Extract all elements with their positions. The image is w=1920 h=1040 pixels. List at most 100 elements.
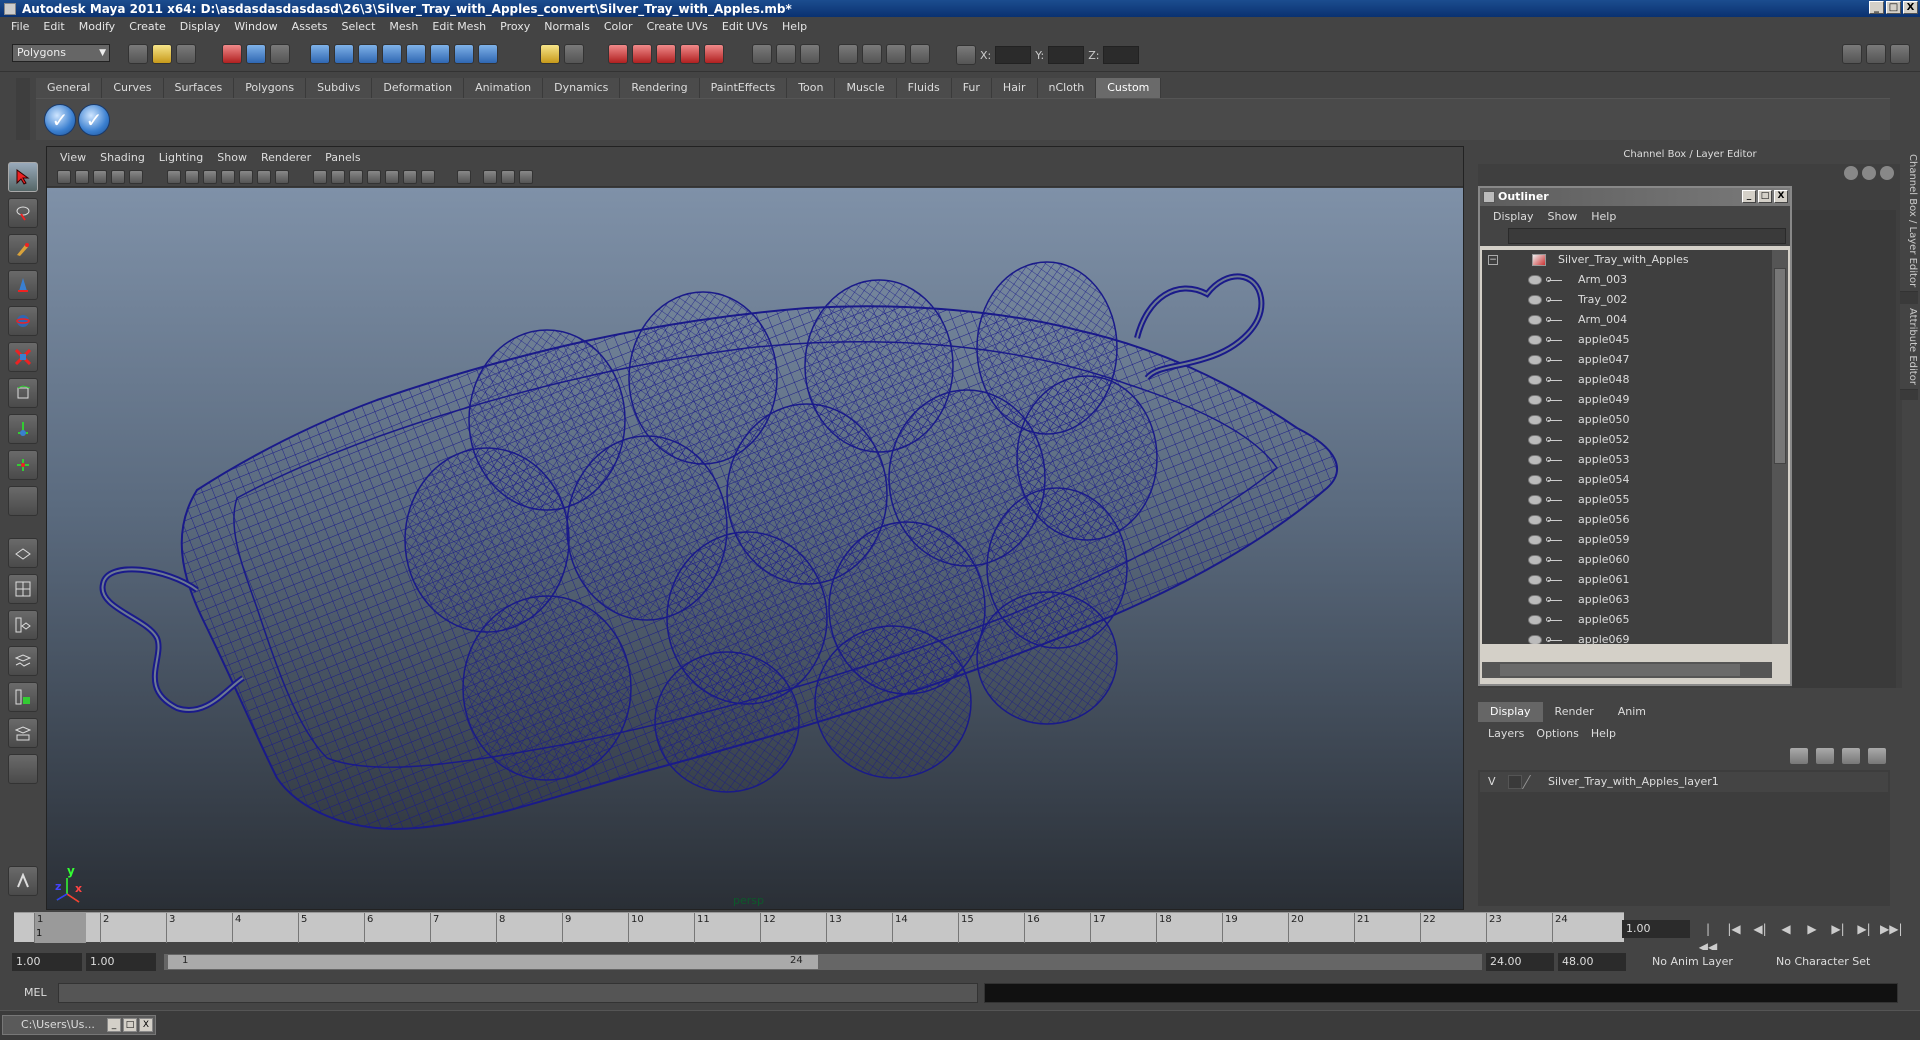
rotate-tool-icon[interactable] <box>8 306 38 336</box>
grid-icon[interactable] <box>167 170 181 184</box>
safe-title-icon[interactable] <box>275 170 289 184</box>
open-scene-icon[interactable] <box>152 44 172 64</box>
menu-normals[interactable]: Normals <box>537 20 597 33</box>
smooth-shade-icon[interactable] <box>331 170 345 184</box>
layer-tab-render[interactable]: Render <box>1542 702 1606 722</box>
highlight-selection-icon[interactable] <box>564 44 584 64</box>
layout-more-icon[interactable] <box>8 754 38 784</box>
safe-action-icon[interactable] <box>257 170 271 184</box>
default-light-icon[interactable] <box>385 170 399 184</box>
persp-outliner-layout-icon[interactable] <box>8 610 38 640</box>
menu-file[interactable]: File <box>4 20 36 33</box>
playback-end-field[interactable]: 24.00 <box>1486 953 1554 971</box>
universal-manip-icon[interactable] <box>8 450 38 480</box>
outliner-horizontal-scrollbar[interactable] <box>1482 662 1772 678</box>
layer-row[interactable]: V Silver_Tray_with_Apples_layer1 <box>1480 772 1888 792</box>
menu-color[interactable]: Color <box>597 20 640 33</box>
menu-display[interactable]: Display <box>173 20 228 33</box>
menu-help[interactable]: Help <box>775 20 814 33</box>
last-tool-slot[interactable] <box>8 486 38 516</box>
menu-modify[interactable]: Modify <box>72 20 122 33</box>
scrollbar-thumb[interactable] <box>1500 664 1740 676</box>
make-live-icon[interactable] <box>704 44 724 64</box>
playback-start-field[interactable]: 1.00 <box>86 953 156 971</box>
new-layer-icon[interactable] <box>1842 748 1860 764</box>
history-input-icon[interactable] <box>752 44 772 64</box>
collapse-icon[interactable]: − <box>1488 255 1498 265</box>
mask-surfaces-icon[interactable] <box>382 44 402 64</box>
mask-handles-icon[interactable] <box>310 44 330 64</box>
snap-view-plane-icon[interactable] <box>680 44 700 64</box>
menu-edit-uvs[interactable]: Edit UVs <box>715 20 775 33</box>
layer-menu-options[interactable]: Options <box>1530 727 1584 740</box>
snap-curve-icon[interactable] <box>632 44 652 64</box>
character-set-dropdown[interactable]: No Character Set <box>1776 953 1870 971</box>
select-by-component-icon[interactable] <box>270 44 290 64</box>
step-forward-key-button[interactable]: ▶| <box>1828 920 1848 938</box>
mask-misc-icon[interactable] <box>478 44 498 64</box>
outliner-item-root[interactable]: − Silver_Tray_with_Apples <box>1482 250 1772 270</box>
close-button[interactable]: X <box>1903 1 1918 14</box>
manipulator-tool-icon[interactable] <box>8 378 38 408</box>
outliner-item[interactable]: apple061 <box>1482 570 1772 590</box>
outliner-maximize-button[interactable]: □ <box>1758 190 1772 203</box>
scrollbar-thumb[interactable] <box>1774 268 1786 464</box>
outliner-item[interactable]: apple048 <box>1482 370 1772 390</box>
go-to-start-button[interactable]: |◀◀ <box>1698 920 1718 954</box>
render-settings-icon[interactable] <box>910 44 930 64</box>
outliner-item[interactable]: apple045 <box>1482 330 1772 350</box>
layer-visibility-toggle[interactable]: V <box>1488 772 1496 792</box>
channel-box-list[interactable] <box>1792 210 1896 688</box>
scale-tool-icon[interactable] <box>8 342 38 372</box>
shelf-tab-surfaces[interactable]: Surfaces <box>163 78 235 98</box>
play-forwards-button[interactable]: ▶ <box>1802 920 1822 938</box>
x-field[interactable] <box>995 46 1032 64</box>
outliner-item[interactable]: Arm_004 <box>1482 310 1772 330</box>
shelf-tab-toon[interactable]: Toon <box>787 78 836 98</box>
go-to-end-button[interactable]: ▶▶| <box>1880 920 1903 938</box>
two-d-pan-icon[interactable] <box>129 170 143 184</box>
command-language-label[interactable]: MEL <box>24 986 47 999</box>
menu-create[interactable]: Create <box>122 20 173 33</box>
construction-history-icon[interactable] <box>800 44 820 64</box>
menu-assets[interactable]: Assets <box>285 20 335 33</box>
move-layer-down-icon[interactable] <box>1816 748 1834 764</box>
current-frame-field[interactable]: 1.00 <box>1622 920 1690 938</box>
range-thumb[interactable] <box>168 955 818 969</box>
shelf-tab-subdivs[interactable]: Subdivs <box>306 78 373 98</box>
layer-display-type-toggle[interactable] <box>1508 775 1522 789</box>
shelf-tab-fur[interactable]: Fur <box>951 78 992 98</box>
resolution-gate-icon[interactable] <box>203 170 217 184</box>
film-gate-icon[interactable] <box>185 170 199 184</box>
lock-selection-icon[interactable] <box>540 44 560 64</box>
toggle-channel-box-icon[interactable] <box>1890 44 1910 64</box>
outliner-menu-display[interactable]: Display <box>1486 210 1541 223</box>
anim-layer-dropdown[interactable]: No Anim Layer <box>1652 953 1733 971</box>
menu-proxy[interactable]: Proxy <box>493 20 537 33</box>
shelf-tab-painteffects[interactable]: PaintEffects <box>699 78 788 98</box>
menu-edit[interactable]: Edit <box>36 20 71 33</box>
hypershade-layout-icon[interactable] <box>8 682 38 712</box>
layer-menu-layers[interactable]: Layers <box>1482 727 1530 740</box>
maximize-button[interactable]: □ <box>123 1018 137 1032</box>
layer-tab-anim[interactable]: Anim <box>1605 702 1658 722</box>
animation-end-field[interactable]: 48.00 <box>1558 953 1626 971</box>
step-forward-button[interactable]: ▶| <box>1854 920 1874 938</box>
snap-point-icon[interactable] <box>656 44 676 64</box>
soft-mod-tool-icon[interactable] <box>8 414 38 444</box>
step-back-button[interactable]: |◀ <box>1724 920 1744 938</box>
command-input[interactable] <box>58 983 978 1003</box>
viewport-menu-show[interactable]: Show <box>210 151 254 164</box>
bookmark-icon[interactable] <box>93 170 107 184</box>
viewport-menu-renderer[interactable]: Renderer <box>254 151 318 164</box>
outliner-menu-help[interactable]: Help <box>1584 210 1623 223</box>
select-by-hierarchy-icon[interactable] <box>222 44 242 64</box>
toggle-tool-settings-icon[interactable] <box>1866 44 1886 64</box>
shelf-tab-dynamics[interactable]: Dynamics <box>543 78 621 98</box>
menu-edit-mesh[interactable]: Edit Mesh <box>425 20 493 33</box>
history-output-icon[interactable] <box>776 44 796 64</box>
wireframe-icon[interactable] <box>313 170 327 184</box>
single-perspective-layout-icon[interactable] <box>8 538 38 568</box>
menu-set-dropdown[interactable]: Polygons ▼ <box>12 44 110 62</box>
xray-icon[interactable] <box>483 170 497 184</box>
